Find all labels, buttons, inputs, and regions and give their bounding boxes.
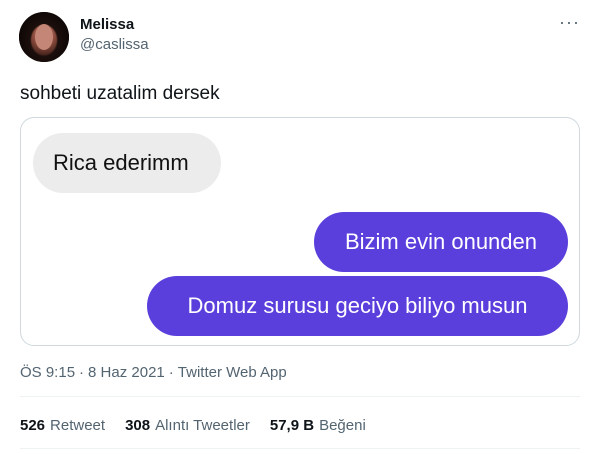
tweet-media-image[interactable]: Rica ederimm Bizim evin onunden Domuz su…	[20, 117, 580, 346]
author-handle[interactable]: @caslissa	[80, 36, 149, 53]
tweet-source[interactable]: Twitter Web App	[178, 364, 287, 381]
like-count: 57,9 B	[269, 417, 315, 434]
separator-dot: ·	[79, 364, 85, 381]
like-label: Beğeni	[319, 417, 366, 434]
tweet-timestamp-link[interactable]: ÖS 9:15 · 8 Haz 2021	[20, 364, 165, 381]
tweet-metadata: ÖS 9:15 · 8 Haz 2021 · Twitter Web App	[20, 364, 287, 381]
retweets-stat[interactable]: 526 Retweet	[20, 417, 105, 434]
tweet-time: ÖS 9:15	[20, 364, 76, 381]
avatar[interactable]	[19, 12, 69, 62]
retweet-count: 526	[20, 417, 46, 434]
avatar-face	[35, 24, 53, 50]
outgoing-message-bubble: Domuz surusu geciyo biliyo musun	[147, 276, 568, 336]
engagement-stats: 526 Retweet 308 Alıntı Tweetler 57,9 B B…	[20, 417, 366, 434]
quote-tweet-label: Alıntı Tweetler	[155, 417, 250, 434]
likes-stat[interactable]: 57,9 B Beğeni	[270, 417, 366, 434]
quote-tweet-count: 308	[125, 417, 151, 434]
divider	[20, 396, 580, 397]
separator-dot: ·	[168, 364, 174, 381]
quote-tweets-stat[interactable]: 308 Alıntı Tweetler	[125, 417, 250, 434]
retweet-label: Retweet	[50, 417, 106, 434]
outgoing-message-bubble: Bizim evin onunden	[314, 212, 568, 272]
more-options-icon[interactable]: ···	[559, 12, 580, 33]
tweet-date: 8 Haz 2021	[88, 364, 165, 381]
divider	[20, 448, 580, 449]
tweet-text: sohbeti uzatalim dersek	[20, 83, 220, 104]
incoming-message-bubble: Rica ederimm	[33, 133, 221, 193]
author-name[interactable]: Melissa	[80, 16, 134, 33]
